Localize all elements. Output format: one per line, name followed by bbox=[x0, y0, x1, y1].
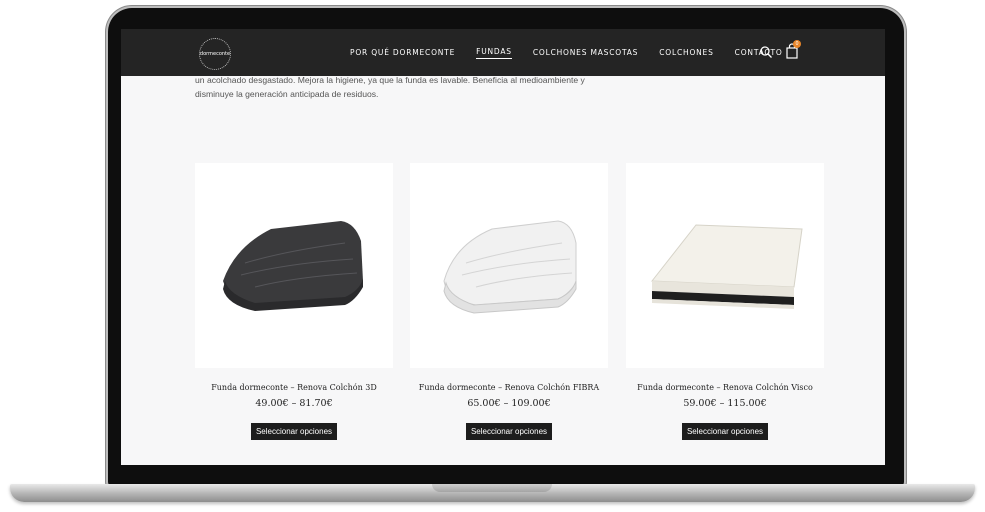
product-price: 65.00€ – 109.00€ bbox=[467, 398, 551, 409]
product-image[interactable] bbox=[626, 163, 824, 368]
nav-item-fundas[interactable]: FUNDAS bbox=[476, 47, 512, 59]
search-icon[interactable] bbox=[759, 45, 773, 59]
product-card: Funda dormeconte – Renova Colchón 3D 49.… bbox=[195, 163, 393, 440]
product-image[interactable] bbox=[410, 163, 608, 368]
product-title[interactable]: Funda dormeconte – Renova Colchón Visco bbox=[626, 383, 824, 392]
white-folded-topper-image bbox=[443, 220, 577, 314]
nav-item-colchones-mascotas[interactable]: COLCHONES MASCOTAS bbox=[533, 48, 638, 57]
laptop-notch bbox=[432, 484, 552, 492]
product-card: Funda dormeconte – Renova Colchón Visco … bbox=[626, 163, 824, 440]
dark-folded-topper-image bbox=[223, 221, 363, 311]
product-card: Funda dormeconte – Renova Colchón FIBRA … bbox=[410, 163, 608, 440]
visco-mattress-image bbox=[651, 224, 803, 309]
browser-viewport: dormeconte POR QUÉ DORMECONTE FUNDAS COL… bbox=[121, 29, 885, 465]
intro-text: un acolchado desgastado. Mejora la higie… bbox=[195, 73, 675, 101]
select-options-button[interactable]: Seleccionar opciones bbox=[250, 423, 338, 440]
product-title[interactable]: Funda dormeconte – Renova Colchón 3D bbox=[195, 383, 393, 392]
cart-count-badge: 0 bbox=[793, 40, 801, 48]
product-image[interactable] bbox=[195, 163, 393, 368]
main-menu: POR QUÉ DORMECONTE FUNDAS COLCHONES MASC… bbox=[350, 29, 804, 76]
product-price: 59.00€ – 115.00€ bbox=[683, 398, 767, 409]
intro-line-2: disminuye la generación anticipada de re… bbox=[195, 89, 379, 99]
logo-text: dormeconte bbox=[199, 51, 231, 57]
site-logo[interactable]: dormeconte bbox=[199, 38, 231, 70]
intro-line-1: un acolchado desgastado. Mejora la higie… bbox=[195, 75, 585, 85]
nav-item-por-que[interactable]: POR QUÉ DORMECONTE bbox=[350, 48, 455, 57]
select-options-button[interactable]: Seleccionar opciones bbox=[681, 423, 769, 440]
select-options-button[interactable]: Seleccionar opciones bbox=[465, 423, 553, 440]
site-header: dormeconte POR QUÉ DORMECONTE FUNDAS COL… bbox=[121, 29, 885, 76]
product-title[interactable]: Funda dormeconte – Renova Colchón FIBRA bbox=[410, 383, 608, 392]
product-price: 49.00€ – 81.70€ bbox=[255, 398, 333, 409]
nav-item-colchones[interactable]: COLCHONES bbox=[659, 48, 713, 57]
